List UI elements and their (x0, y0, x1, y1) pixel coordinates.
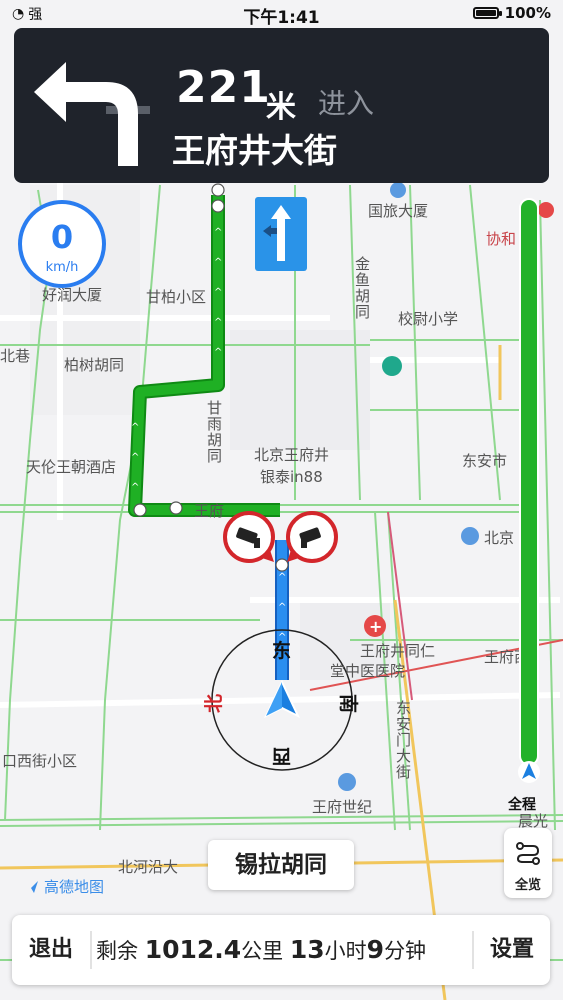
speed-camera-icon[interactable] (285, 510, 339, 564)
speedometer: 0 km/h (18, 200, 106, 288)
compass-west: 西 (272, 745, 292, 767)
turn-distance: 221 (176, 62, 271, 113)
brand-name: 高德地图 (44, 878, 105, 896)
svg-text:^: ^ (131, 482, 139, 493)
turn-left-arrow-icon (34, 62, 150, 166)
svg-text:^: ^ (214, 227, 222, 238)
battery-indicator: 100% (472, 4, 551, 22)
road-label-beihe: 北河沿大 (118, 858, 179, 876)
remaining-hours: 13 (289, 935, 325, 964)
battery-icon (472, 7, 502, 19)
poi-label-hospital-line2[interactable]: 堂中医医院 (330, 660, 405, 681)
turn-distance-unit: 米 (266, 90, 296, 125)
brand-logo: 高德地图 (24, 876, 104, 897)
poi-label-wangfu-shiji[interactable]: 王府世纪 (312, 796, 372, 817)
svg-text:^: ^ (131, 422, 139, 433)
full-route-label: 全程 (508, 797, 536, 813)
turn-action: 进入 (318, 87, 375, 120)
road-label-wangfu: 王府 (194, 502, 225, 520)
compass-south: 南 (337, 693, 360, 714)
remaining-summary: 剩余 1012.4公里 13小时9分钟 (96, 915, 426, 985)
compass-east: 东 (272, 640, 292, 662)
svg-text:+: + (369, 617, 382, 636)
lane-guidance (255, 197, 307, 271)
overview-button-label: 全览 (514, 878, 541, 893)
turn-instruction-panel[interactable]: 221 米 进入 王府井大街 (14, 28, 549, 183)
poi-label-beijing[interactable]: 北京 (484, 527, 514, 548)
poi-label-xiaowei[interactable]: 校尉小学 (398, 308, 458, 329)
status-bar: ◔ 强 下午1:41 100% (0, 0, 563, 28)
svg-text:^: ^ (131, 452, 139, 463)
amap-logo-icon (26, 880, 38, 893)
settings-button[interactable]: 设置 (474, 915, 550, 985)
remaining-prefix: 剩余 (96, 939, 138, 963)
remaining-distance-unit: 公里 (241, 939, 284, 963)
poi-label-ganyu-community[interactable]: 甘柏小区 (146, 286, 206, 307)
poi-label-xiehe[interactable]: 协和 (486, 228, 516, 249)
route-progress-bar (519, 198, 539, 766)
speed-unit: km/h (45, 260, 79, 275)
poi-label-tianlun[interactable]: 天伦王朝酒店 (26, 456, 116, 477)
progress-position-icon (518, 761, 540, 783)
road-label-dongan-gate: 东安门大街 (394, 700, 412, 780)
poi-label-hospital-line1[interactable]: 王府井同仁 (360, 640, 435, 661)
speed-value: 0 (50, 218, 74, 256)
compass-north: 北 (203, 693, 226, 714)
battery-level: 100% (504, 4, 551, 22)
svg-text:^: ^ (214, 287, 222, 298)
poi-label-dongan[interactable]: 东安市 (462, 450, 507, 471)
navigation-bottom-bar: 退出 剩余 1012.4公里 13小时9分钟 设置 (12, 915, 550, 985)
svg-text:^: ^ (214, 317, 222, 328)
next-road-label[interactable]: 锡拉胡同 (208, 840, 354, 890)
road-label-baishu: 柏树胡同 (64, 356, 125, 374)
current-location-arrow-icon (263, 680, 301, 719)
turn-road-name: 王府井大街 (172, 131, 337, 170)
poi-label-yintai-line2[interactable]: 银泰in88 (260, 466, 323, 487)
svg-text:^: ^ (278, 602, 286, 613)
road-label-beixiang: 北巷 (0, 347, 31, 365)
road-label-ganyu: 甘雨胡同 (205, 400, 223, 464)
svg-text:^: ^ (214, 257, 222, 268)
overview-button[interactable]: 全览 (504, 828, 552, 898)
divider (90, 931, 92, 969)
poi-label-yintai-line1[interactable]: 北京王府井 (254, 444, 329, 465)
road-label-jinyu: 金鱼胡同 (353, 256, 371, 320)
remaining-minutes-unit: 分钟 (384, 939, 427, 963)
route-overview-icon (516, 842, 540, 865)
svg-text:^: ^ (214, 347, 222, 358)
poi-label-guolv[interactable]: 国旅大厦 (368, 200, 428, 221)
remaining-hours-unit: 小时 (324, 939, 367, 963)
poi-label-haoyun[interactable]: 好润大厦 (42, 284, 102, 305)
speed-camera-icon[interactable] (222, 510, 276, 564)
poi-label-xijie[interactable]: 口西街小区 (2, 750, 77, 771)
exit-button[interactable]: 退出 (12, 915, 90, 985)
lane-straight-arrow-icon (263, 205, 291, 261)
remaining-distance: 1012.4 (144, 935, 242, 964)
remaining-minutes: 9 (366, 935, 385, 964)
svg-text:^: ^ (278, 572, 286, 583)
